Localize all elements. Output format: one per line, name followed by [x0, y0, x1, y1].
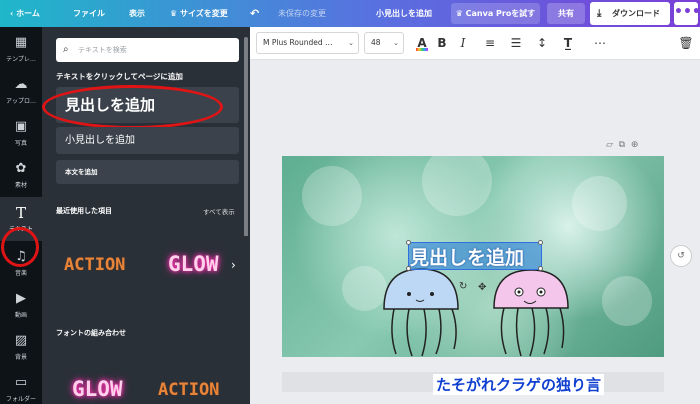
- bokeh-light: [602, 276, 652, 326]
- highlight-circle: [1, 227, 39, 267]
- duplicate-icon[interactable]: ⧉: [619, 140, 625, 150]
- elements-icon: ✿: [15, 161, 27, 176]
- rail-label: アップロ…: [5, 98, 36, 105]
- search-placeholder: テキストを検索: [78, 46, 127, 54]
- recent-glow-style[interactable]: GLOW: [168, 252, 219, 276]
- download-icon: ⤓: [597, 8, 602, 19]
- text-color-icon[interactable]: A: [414, 33, 430, 53]
- trash-icon[interactable]: 🗑: [678, 33, 694, 53]
- recent-action-style[interactable]: ACTION: [64, 255, 125, 275]
- page-tools: ▱ ⧉ ⊕: [606, 140, 638, 150]
- resize-handle[interactable]: [406, 240, 411, 245]
- panel-hint: テキストをクリックしてページに追加: [56, 72, 183, 81]
- rail-label: 背景: [14, 354, 27, 361]
- watermark-text: たそがれクラゲの独り言: [433, 374, 605, 395]
- rail-item-photos[interactable]: ▣ 写真: [0, 111, 42, 155]
- more-options-icon[interactable]: ⋯: [592, 33, 608, 53]
- italic-icon[interactable]: I: [455, 33, 471, 53]
- left-rail: ▦ テンプレ… ☁ アップロ… ▣ 写真 ✿ 素材 T テキスト ♫ 音楽 ▶ …: [0, 27, 42, 404]
- font-family-value: M Plus Rounded …: [263, 38, 333, 47]
- home-label: ホーム: [16, 9, 40, 18]
- download-button[interactable]: ⤓ ダウンロード: [590, 2, 670, 25]
- background-icon: ▨: [14, 333, 28, 348]
- bokeh-light: [422, 156, 492, 216]
- selected-heading-text[interactable]: 見出しを追加: [410, 243, 524, 270]
- color-bar: [416, 48, 428, 51]
- note-icon[interactable]: ▱: [606, 140, 613, 150]
- text-icon: T: [15, 204, 26, 222]
- chevron-down-icon: ⌄: [348, 39, 354, 47]
- rail-label: 動画: [14, 312, 27, 319]
- rail-label: フォルダー: [5, 396, 36, 403]
- add-page-icon[interactable]: ⊕: [631, 140, 639, 150]
- combo-action-style[interactable]: ACTION: [158, 380, 219, 400]
- resize-button[interactable]: ♛ サイズを変更: [170, 0, 228, 27]
- save-status: 未保存の変更: [278, 9, 326, 18]
- rail-item-uploads[interactable]: ☁ アップロ…: [0, 69, 42, 113]
- rail-label: テンプレ…: [6, 56, 36, 63]
- move-icon[interactable]: ✥: [478, 282, 486, 293]
- resize-handle[interactable]: [406, 266, 411, 271]
- folder-icon: ▭: [14, 375, 28, 390]
- resize-handle[interactable]: [538, 266, 543, 271]
- spacing-icon[interactable]: ↕: [534, 33, 550, 53]
- search-input[interactable]: ⌕ テキストを検索: [56, 38, 239, 62]
- canva-pro-button[interactable]: ♛ Canva Proを試す: [451, 3, 540, 24]
- text-toolbar: M Plus Rounded … ⌄ 48 ⌄ A B I ≡ ☰ ↕ T̲ ⋯…: [250, 27, 700, 60]
- photo-icon: ▣: [14, 119, 28, 134]
- view-menu[interactable]: 表示: [129, 0, 145, 27]
- rotate-icon[interactable]: ↻: [459, 281, 467, 292]
- text-panel: ⌕ テキストを検索 テキストをクリックしてページに追加 見出しを追加 小見出しを…: [42, 27, 250, 404]
- highlight-oval: [42, 85, 223, 129]
- jellyfish-illustration-pink: [493, 269, 569, 357]
- add-body-button[interactable]: 本文を追加: [56, 160, 239, 184]
- font-size-select[interactable]: 48 ⌄: [364, 32, 404, 54]
- top-bar: ‹ ホーム ファイル 表示 ♛ サイズを変更 ↶ 未保存の変更 小見出しを追加 …: [0, 0, 700, 27]
- download-label: ダウンロード: [612, 9, 660, 18]
- chevron-right-icon[interactable]: ›: [231, 258, 236, 272]
- share-button[interactable]: 共有: [547, 3, 585, 24]
- text-effects-icon[interactable]: T̲: [560, 33, 576, 53]
- align-center-icon[interactable]: ≡: [482, 33, 498, 53]
- bokeh-light: [572, 176, 627, 231]
- list-icon[interactable]: ☰: [508, 33, 524, 53]
- combo-glow-style[interactable]: GLOW: [72, 377, 123, 401]
- resize-label: サイズを変更: [179, 9, 228, 18]
- font-family-select[interactable]: M Plus Rounded … ⌄: [256, 32, 359, 54]
- design-page[interactable]: 見出しを追加 ↻ ✥: [282, 156, 664, 357]
- refresh-icon[interactable]: ↺: [670, 245, 692, 267]
- layout-icon: ▦: [14, 35, 28, 50]
- search-icon: ⌕: [63, 44, 69, 55]
- more-button[interactable]: •••: [674, 2, 700, 25]
- rail-item-templates[interactable]: ▦ テンプレ…: [0, 27, 42, 71]
- resize-handle[interactable]: [538, 240, 543, 245]
- recent-title: 最近使用した項目: [56, 207, 112, 215]
- canva-pro-label: Canva Proを試す: [465, 9, 536, 18]
- undo-icon[interactable]: ↶: [250, 0, 259, 27]
- rail-item-folder[interactable]: ▭ フォルダー: [0, 367, 42, 404]
- see-all-link[interactable]: すべて表示: [203, 206, 235, 216]
- rail-label: 写真: [14, 140, 27, 147]
- rail-item-elements[interactable]: ✿ 素材: [0, 153, 42, 197]
- bokeh-light: [302, 166, 362, 226]
- file-menu[interactable]: ファイル: [73, 0, 105, 27]
- chevron-down-icon: ⌄: [393, 39, 399, 47]
- rail-item-video[interactable]: ▶ 動画: [0, 283, 42, 327]
- jellyfish-illustration-blue: [383, 268, 459, 357]
- rail-label: 素材: [14, 182, 27, 189]
- document-title[interactable]: 小見出しを追加: [376, 0, 432, 27]
- upload-icon: ☁: [14, 77, 28, 92]
- font-combo-title: フォントの組み合わせ: [56, 329, 126, 337]
- rail-item-background[interactable]: ▨ 背景: [0, 325, 42, 369]
- video-icon: ▶: [16, 291, 26, 306]
- bold-icon[interactable]: B: [434, 33, 450, 53]
- font-size-value: 48: [371, 38, 381, 47]
- add-subheading-button[interactable]: 小見出しを追加: [56, 127, 239, 154]
- rail-label: 音楽: [14, 270, 27, 277]
- panel-scrollbar[interactable]: [244, 37, 248, 247]
- home-button[interactable]: ‹ ホーム: [10, 0, 40, 27]
